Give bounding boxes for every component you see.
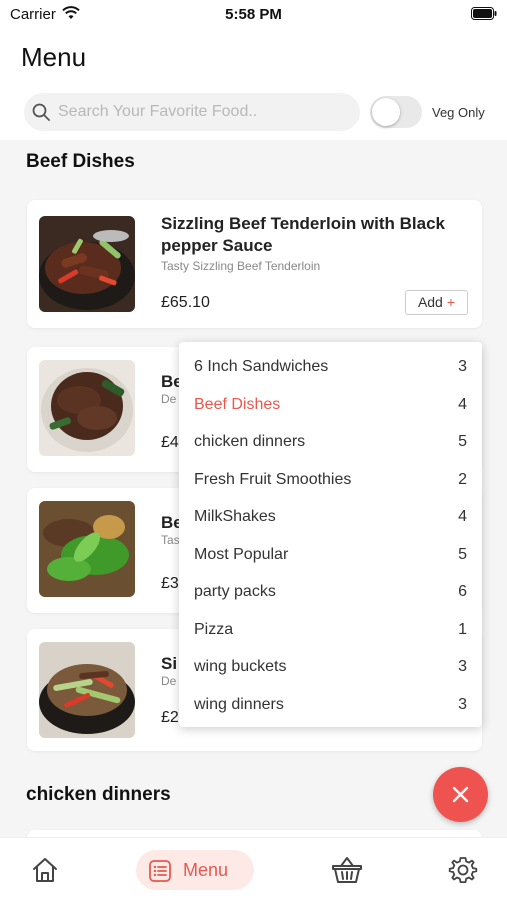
category-count: 1 <box>458 621 467 638</box>
category-item[interactable]: 6 Inch Sandwiches 3 <box>179 349 482 386</box>
category-item[interactable]: party packs 6 <box>179 574 482 611</box>
add-label: Add <box>417 294 443 310</box>
bottom-nav: Menu <box>0 837 507 900</box>
category-count: 3 <box>458 358 467 375</box>
food-image <box>39 360 135 456</box>
close-icon <box>452 786 469 803</box>
category-item[interactable]: Pizza 1 <box>179 612 482 649</box>
status-time: 5:58 PM <box>225 6 282 23</box>
battery-icon <box>471 7 497 20</box>
category-name: Most Popular <box>194 546 289 563</box>
category-item[interactable]: wing buckets 3 <box>179 649 482 686</box>
category-count: 5 <box>458 433 467 450</box>
food-image <box>39 642 135 738</box>
category-item-active[interactable]: Beef Dishes 4 <box>179 387 482 424</box>
category-name: wing buckets <box>194 658 287 675</box>
category-count: 4 <box>458 396 467 413</box>
food-image <box>39 216 135 312</box>
category-count: 3 <box>458 696 467 713</box>
nav-menu-label: Menu <box>183 860 229 880</box>
veg-only-label: Veg Only <box>432 105 485 120</box>
food-description: De <box>161 674 177 688</box>
category-name: Pizza <box>194 621 234 638</box>
toggle-knob <box>372 98 400 126</box>
food-description: Tas <box>161 533 180 547</box>
category-count: 5 <box>458 546 467 563</box>
category-dropdown: 6 Inch Sandwiches 3 Beef Dishes 4 chicke… <box>179 342 482 727</box>
food-price: £65.10 <box>161 294 210 311</box>
food-price: £2 <box>161 709 179 726</box>
plus-icon: + <box>446 294 456 310</box>
nav-menu-tab[interactable]: Menu <box>136 850 254 890</box>
home-icon[interactable] <box>30 855 60 885</box>
category-name: Beef Dishes <box>194 396 281 413</box>
page-title: Menu <box>21 42 87 72</box>
search-box[interactable] <box>24 93 360 131</box>
food-image <box>39 501 135 597</box>
category-count: 6 <box>458 583 467 600</box>
status-bar: Carrier 5:58 PM <box>0 0 507 30</box>
food-price: £3 <box>161 575 179 592</box>
food-price: £4 <box>161 434 179 451</box>
food-description: De <box>161 392 177 406</box>
section-title-chicken-dinners: chicken dinners <box>26 784 171 805</box>
food-description: Tasty Sizzling Beef Tenderloin <box>161 259 321 273</box>
add-button[interactable]: Add + <box>405 290 468 315</box>
food-card[interactable] <box>27 830 482 837</box>
search-input[interactable] <box>58 93 354 131</box>
veg-only-toggle[interactable] <box>370 96 422 128</box>
category-item[interactable]: MilkShakes 4 <box>179 499 482 536</box>
category-item[interactable]: Fresh Fruit Smoothies 2 <box>179 462 482 499</box>
menu-list-icon <box>149 860 171 882</box>
category-name: MilkShakes <box>194 508 276 525</box>
category-item[interactable]: chicken dinners 5 <box>179 424 482 461</box>
category-name: wing dinners <box>194 696 284 713</box>
category-name: party packs <box>194 583 276 600</box>
category-name: chicken dinners <box>194 433 306 450</box>
category-item[interactable]: Most Popular 5 <box>179 537 482 574</box>
close-menu-fab[interactable] <box>433 767 488 822</box>
settings-icon[interactable] <box>448 855 478 885</box>
category-count: 3 <box>458 658 467 675</box>
category-name: 6 Inch Sandwiches <box>194 358 329 375</box>
search-icon <box>32 103 50 121</box>
category-count: 2 <box>458 471 467 488</box>
category-item[interactable]: wing dinners 3 <box>179 687 482 724</box>
food-card[interactable]: Sizzling Beef Tenderloin with Black pepp… <box>27 200 482 328</box>
header: Menu Veg Only <box>0 30 507 140</box>
basket-icon[interactable] <box>331 855 363 885</box>
section-title-beef-dishes: Beef Dishes <box>26 151 135 172</box>
food-name: Sizzling Beef Tenderloin with Black pepp… <box>161 214 446 255</box>
category-name: Fresh Fruit Smoothies <box>194 471 352 488</box>
category-count: 4 <box>458 508 467 525</box>
